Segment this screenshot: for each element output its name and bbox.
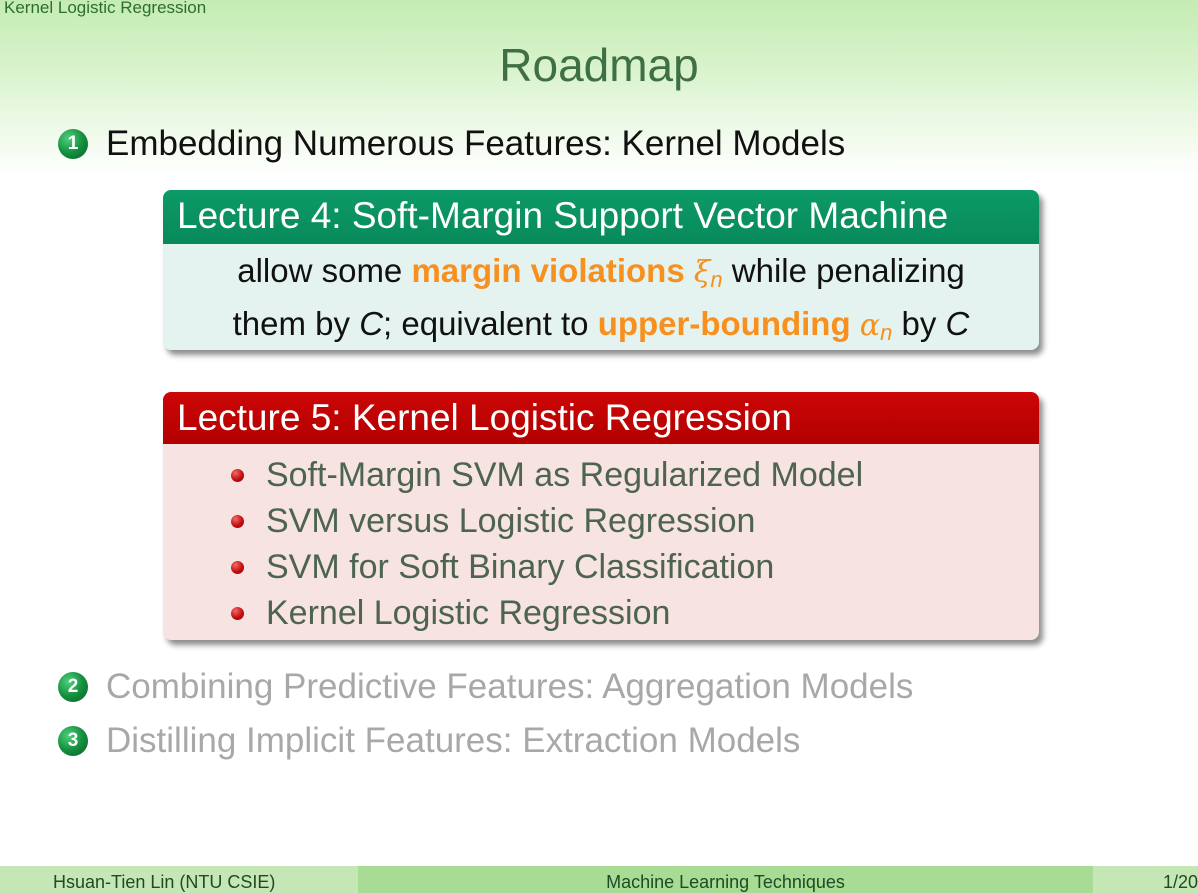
section-header: Kernel Logistic Regression xyxy=(4,0,207,17)
list-item: Soft-Margin SVM as Regularized Model xyxy=(231,452,1039,498)
outline-item-1: 1 Embedding Numerous Features: Kernel Mo… xyxy=(58,124,845,164)
lecture-4-line2-by: by xyxy=(892,305,946,342)
list-item-text: SVM for Soft Binary Classification xyxy=(266,547,775,586)
lecture-4-line1-pre: allow some xyxy=(237,252,412,289)
math-xi: ξn xyxy=(693,255,723,292)
math-alpha-symbol: α xyxy=(859,308,881,343)
lecture-4-line1-post: while penalizing xyxy=(722,252,965,289)
lecture-4-summary-line-2: them by C; equivalent to upper-bounding … xyxy=(163,302,1039,350)
lecture-5-block: Lecture 5: Kernel Logistic Regression So… xyxy=(163,392,1039,640)
lecture-4-line2-mid: ; equivalent to xyxy=(383,305,598,342)
footer-course: Machine Learning Techniques xyxy=(358,866,1093,893)
lecture-4-summary-line-1: allow some margin violations ξn while pe… xyxy=(163,249,1039,302)
lecture-4-summary: allow some margin violations ξn while pe… xyxy=(163,244,1039,350)
slide-title: Roadmap xyxy=(499,39,699,91)
list-item: Kernel Logistic Regression xyxy=(231,590,1039,636)
math-xi-subscript: n xyxy=(710,267,723,292)
lecture-5-topic-list: Soft-Margin SVM as Regularized Model SVM… xyxy=(163,444,1039,636)
math-alpha: αn xyxy=(859,308,893,345)
footer-bar: Hsuan-Tien Lin (NTU CSIE) Machine Learni… xyxy=(0,866,1198,893)
list-item-text: Kernel Logistic Regression xyxy=(266,593,671,632)
lecture-5-title: Lecture 5: Kernel Logistic Regression xyxy=(163,392,1039,444)
list-item-text: Soft-Margin SVM as Regularized Model xyxy=(266,455,864,494)
math-c-2: C xyxy=(945,305,970,342)
outline-item-3: 3 Distilling Implicit Features: Extracti… xyxy=(58,721,800,761)
footer-author: Hsuan-Tien Lin (NTU CSIE) xyxy=(0,866,358,893)
bullet-icon xyxy=(231,514,244,528)
bullet-icon xyxy=(231,560,244,574)
list-item: SVM for Soft Binary Classification xyxy=(231,544,1039,590)
outline-item-3-text: Distilling Implicit Features: Extraction… xyxy=(106,721,801,760)
number-ball-2: 2 xyxy=(58,672,88,702)
lecture-4-title: Lecture 4: Soft-Margin Support Vector Ma… xyxy=(163,190,1039,244)
list-item-text: SVM versus Logistic Regression xyxy=(266,501,756,540)
lecture-4-line2-pre: them by xyxy=(232,305,360,342)
list-item: SVM versus Logistic Regression xyxy=(231,498,1039,544)
outline-item-2: 2 Combining Predictive Features: Aggrega… xyxy=(58,667,913,707)
number-ball-1: 1 xyxy=(58,129,88,159)
outline-item-1-text: Embedding Numerous Features: Kernel Mode… xyxy=(106,124,846,163)
bullet-icon xyxy=(231,468,244,482)
highlight-upper-bounding: upper-bounding xyxy=(597,305,851,342)
highlight-margin-violations: margin violations xyxy=(411,252,685,289)
footer-page-number: 1/20 xyxy=(1093,866,1198,893)
math-alpha-subscript: n xyxy=(880,320,893,345)
bullet-icon xyxy=(231,606,244,620)
outline-item-2-text: Combining Predictive Features: Aggregati… xyxy=(106,667,914,706)
math-c-1: C xyxy=(359,305,384,342)
math-xi-symbol: ξ xyxy=(693,255,711,290)
number-ball-3: 3 xyxy=(58,726,88,756)
lecture-4-block: Lecture 4: Soft-Margin Support Vector Ma… xyxy=(163,190,1039,350)
